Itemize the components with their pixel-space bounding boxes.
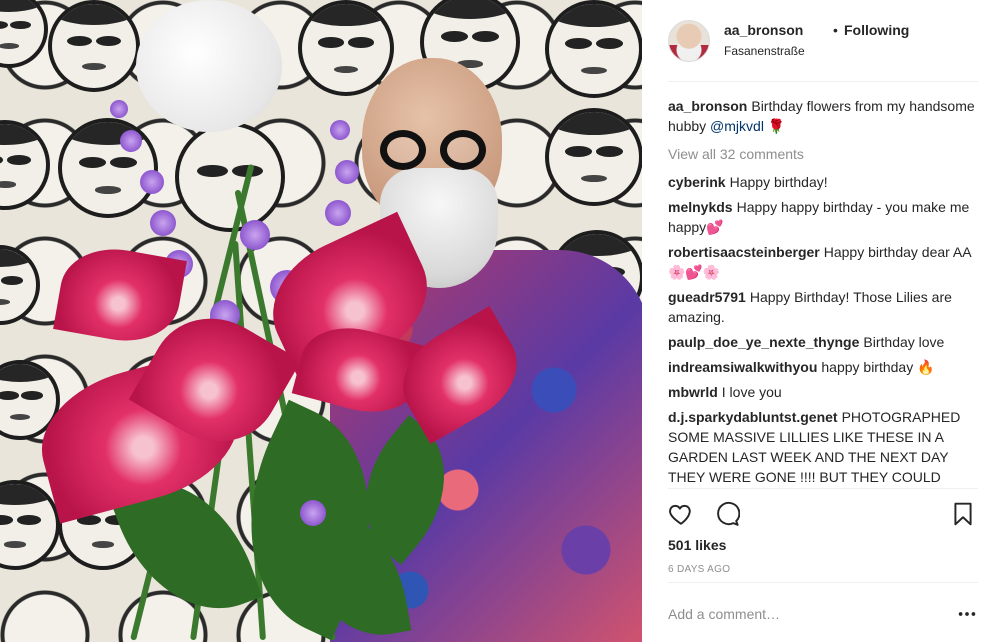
post-caption: aa_bronson Birthday flowers from my hands… [668, 96, 982, 136]
add-comment-bar [668, 582, 978, 642]
post-header: aa_bronson • Following Fasanenstraße [668, 18, 978, 82]
likes-count[interactable]: 501 likes [668, 537, 726, 553]
wallpaper-plate [48, 0, 140, 92]
comment-username[interactable]: melnykds [668, 199, 733, 215]
heart-icon[interactable] [668, 501, 694, 527]
view-all-comments-link[interactable]: View all 32 comments [668, 144, 982, 164]
pink-lily [53, 240, 187, 350]
comment-item: indreamsiwalkwithyou happy birthday 🔥 [668, 357, 982, 377]
comment-username[interactable]: mbwrld [668, 384, 718, 400]
comment-text: Birthday love [863, 334, 945, 350]
bookmark-icon[interactable] [950, 501, 976, 527]
comment-item: robertisaacsteinberger Happy birthday dea… [668, 242, 982, 282]
delphinium-bud [140, 170, 164, 194]
rose-emoji: 🌹 [767, 118, 786, 134]
comment-username[interactable]: paulp_doe_ye_nexte_thynge [668, 334, 859, 350]
wallpaper-plate [0, 0, 48, 68]
comment-username[interactable]: robertisaacsteinberger [668, 244, 820, 260]
comment-bubble-icon[interactable] [714, 501, 740, 527]
wallpaper-plate [298, 0, 394, 96]
comment-item: melnykds Happy happy birthday - you make … [668, 197, 982, 237]
comment-text: I love you [721, 384, 782, 400]
comment-username[interactable]: cyberink [668, 174, 726, 190]
more-options-icon[interactable] [956, 603, 978, 625]
comment-item: mbwrld I love you [668, 382, 982, 402]
comment-item: d.j.sparkydabluntst.genet PHOTOGRAPHED SO… [668, 407, 982, 487]
caption-username[interactable]: aa_bronson [668, 98, 747, 114]
comment-username[interactable]: gueadr5791 [668, 289, 746, 305]
comment-username[interactable]: indreamsiwalkwithyou [668, 359, 817, 375]
caption-mention[interactable]: @mjkvdl [710, 118, 764, 134]
wallpaper-plate [545, 108, 642, 206]
avatar[interactable] [668, 20, 710, 62]
header-username[interactable]: aa_bronson [724, 22, 803, 38]
pendant-lamp [136, 0, 282, 132]
glasses-lens-left [380, 130, 426, 170]
comment-text: Happy birthday! [729, 174, 828, 190]
comment-item: gueadr5791 Happy Birthday! Those Lilies a… [668, 287, 982, 327]
wallpaper-plate [58, 118, 158, 218]
add-comment-input[interactable] [668, 603, 938, 625]
wallpaper-plate [0, 245, 40, 325]
delphinium-bud [150, 210, 176, 236]
wallpaper-plate [0, 480, 60, 570]
delphinium-bud [120, 130, 142, 152]
delphinium-bud [110, 100, 128, 118]
post-sidebar: aa_bronson • Following Fasanenstraße aa_… [642, 0, 1000, 642]
comments-list[interactable]: aa_bronson Birthday flowers from my hands… [668, 96, 982, 488]
following-button[interactable]: Following [844, 22, 909, 38]
post-photo[interactable] [0, 0, 642, 642]
delphinium-bud [330, 120, 350, 140]
comment-username[interactable]: d.j.sparkydabluntst.genet [668, 409, 838, 425]
wallpaper-plate [175, 122, 285, 232]
comment-text: happy birthday 🔥 [821, 359, 935, 375]
wallpaper-plate [0, 120, 50, 210]
comment-item: cyberink Happy birthday! [668, 172, 982, 192]
glasses-lens-right [440, 130, 486, 170]
post-timestamp[interactable]: 6 DAYS AGO [668, 564, 730, 575]
header-separator: • [833, 22, 838, 38]
delphinium-bud [240, 220, 270, 250]
delphinium-bud [300, 500, 326, 526]
wallpaper-plate [545, 0, 642, 98]
delphinium-bud [325, 200, 351, 226]
comment-item: paulp_doe_ye_nexte_thynge Birthday love [668, 332, 982, 352]
location-link[interactable]: Fasanenstraße [724, 44, 805, 58]
delphinium-bud [335, 160, 359, 184]
